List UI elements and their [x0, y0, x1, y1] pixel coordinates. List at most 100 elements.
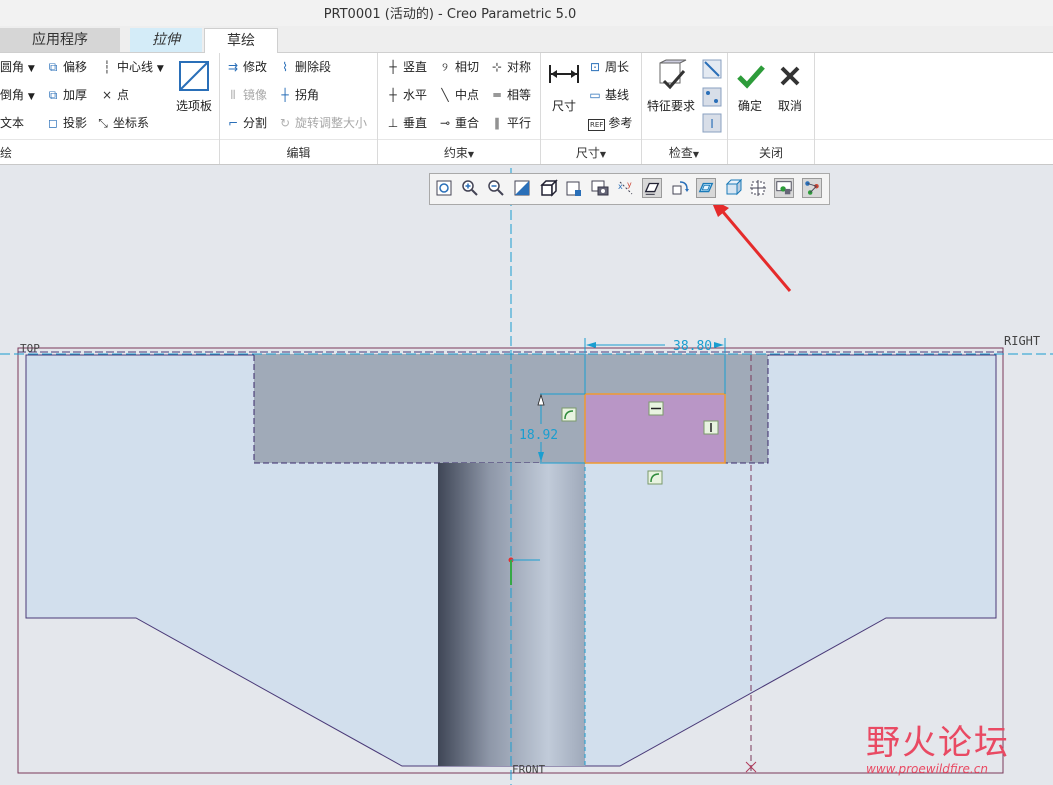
- palette-button[interactable]: 选项板: [172, 59, 216, 114]
- datum-display-icon[interactable]: xy: [616, 178, 636, 198]
- coincident-icon: ⊸: [439, 116, 451, 130]
- parallel-icon: ∥: [494, 116, 500, 130]
- view-manager-icon[interactable]: [590, 178, 610, 198]
- point-button[interactable]: × 点: [100, 85, 129, 105]
- rotate-resize-button[interactable]: ↻ 旋转调整大小: [278, 113, 367, 133]
- equal-icon: ═: [493, 88, 501, 102]
- dimension-button[interactable]: 尺寸: [546, 59, 582, 114]
- palette-icon: [179, 61, 209, 91]
- project-button[interactable]: ◻ 投影: [46, 113, 87, 133]
- height-dimension-value[interactable]: 18.92: [519, 428, 558, 443]
- offset-button[interactable]: ⧉ 偏移: [46, 57, 87, 77]
- baseline-icon: ▭: [589, 88, 601, 102]
- display-style-icon[interactable]: [538, 178, 558, 198]
- section-view-icon[interactable]: [774, 178, 794, 198]
- close-icon: [780, 66, 800, 86]
- fillet-label: 圆角: [0, 60, 25, 74]
- ok-label: 确定: [737, 99, 762, 113]
- midpoint-icon: ╲: [441, 88, 449, 102]
- inspect-group-label[interactable]: 检查▼: [642, 144, 726, 161]
- centerline-button[interactable]: ┆ 中心线 ▼: [100, 57, 164, 77]
- overlapping-geometry-icon[interactable]: [702, 59, 722, 79]
- tangent-constraint-icon[interactable]: [561, 407, 577, 422]
- graphics-canvas[interactable]: TOP RIGHT FRONT 38.80 18.92: [0, 165, 1053, 785]
- coord-sys-button[interactable]: ⤡ 坐标系: [96, 113, 149, 133]
- tab-applications[interactable]: 应用程序: [0, 28, 120, 52]
- tangent-constraint-button[interactable]: ୨ 相切: [438, 57, 479, 77]
- zoom-in-icon[interactable]: [460, 178, 480, 198]
- thicken-button[interactable]: ⧉ 加厚: [46, 85, 87, 105]
- shade-closed-loops-icon[interactable]: I: [702, 113, 722, 133]
- tangent-label: 相切: [455, 60, 480, 74]
- feature-requirements-icon: [659, 59, 687, 90]
- corner-button[interactable]: ┼ 拐角: [278, 85, 319, 105]
- top-datum-label: TOP: [20, 342, 40, 355]
- baseline-label: 基线: [605, 88, 630, 102]
- modify-button[interactable]: ⇉ 修改: [226, 57, 267, 77]
- text-button[interactable]: 文本: [0, 113, 24, 133]
- vertical-constraint-button[interactable]: ┼ 竖直: [386, 57, 427, 77]
- tangent-icon: ୨: [442, 60, 448, 74]
- divide-label: 分割: [243, 116, 268, 130]
- annotation-display-icon[interactable]: [748, 178, 768, 198]
- point-icon: ×: [101, 88, 113, 102]
- modify-label: 修改: [243, 60, 268, 74]
- dropdown-arrow-icon: ▼: [27, 64, 35, 74]
- sketch-view-icon[interactable]: [696, 178, 716, 198]
- refit-icon[interactable]: [434, 178, 454, 198]
- constraint-display-icon[interactable]: [802, 178, 822, 198]
- repaint-icon[interactable]: [512, 178, 532, 198]
- ribbon: 圆角 ▼ 倒角 ▼ 文本 ⧉ 偏移 ⧉ 加厚 ◻ 投影 ┆ 中心线 ▼ × 点 ⤡ 坐标系 …: [0, 53, 1053, 165]
- width-dimension-value[interactable]: 38.80: [673, 339, 712, 354]
- dropdown-arrow-icon: ▼: [467, 150, 475, 159]
- reference-button[interactable]: REF 参考: [588, 113, 632, 133]
- mirror-icon: ⫴: [230, 88, 236, 102]
- delete-segment-button[interactable]: ⌇ 删除段: [278, 57, 331, 77]
- thicken-label: 加厚: [63, 88, 88, 102]
- offset-icon: ⧉: [48, 60, 58, 74]
- coincident-constraint-button[interactable]: ⊸ 重合: [438, 113, 479, 133]
- symmetric-icon: ⊹: [491, 60, 503, 74]
- parallel-constraint-button[interactable]: ∥ 平行: [490, 113, 531, 133]
- vertical-label: 竖直: [403, 60, 428, 74]
- baseline-button[interactable]: ▭ 基线: [588, 85, 629, 105]
- text-label: 文本: [0, 116, 25, 130]
- horizontal-constraint-button[interactable]: ┼ 水平: [386, 85, 427, 105]
- corner-icon: ┼: [281, 88, 289, 102]
- tab-sketch[interactable]: 草绘: [204, 28, 278, 53]
- fillet-button[interactable]: 圆角 ▼: [0, 57, 35, 77]
- tab-extrude[interactable]: 拉伸: [130, 28, 202, 52]
- midpoint-constraint-button[interactable]: ╲ 中点: [438, 85, 479, 105]
- project-icon: ◻: [48, 116, 58, 130]
- project-label: 投影: [63, 116, 88, 130]
- ok-button[interactable]: 确定: [732, 59, 768, 114]
- dropdown-arrow-icon: ▼: [599, 150, 607, 159]
- perpendicular-constraint-button[interactable]: ⊥ 垂直: [386, 113, 427, 133]
- dropdown-arrow-icon: ▼: [156, 64, 164, 74]
- edit-group-label: 编辑: [286, 146, 311, 160]
- coincident-label: 重合: [455, 116, 480, 130]
- equal-constraint-button[interactable]: ═ 相等: [490, 85, 531, 105]
- feature-requirements-button[interactable]: 特征要求: [645, 59, 697, 114]
- svg-text:y: y: [627, 180, 632, 189]
- spin-center-icon[interactable]: [670, 178, 690, 198]
- symmetric-constraint-button[interactable]: ⊹ 对称: [490, 57, 531, 77]
- midpoint-label: 中点: [455, 88, 480, 102]
- dimension-group-label[interactable]: 尺寸▼: [541, 144, 641, 161]
- perimeter-button[interactable]: ⊡ 周长: [588, 57, 629, 77]
- zoom-out-icon[interactable]: [486, 178, 506, 198]
- saved-orientations-icon[interactable]: [564, 178, 584, 198]
- tangent-constraint-icon-2[interactable]: [647, 470, 663, 485]
- highlight-open-ends-icon[interactable]: [702, 87, 722, 107]
- orient-view-icon[interactable]: [722, 178, 742, 198]
- mirror-button[interactable]: ⫴ 镜像: [226, 85, 267, 105]
- cancel-button[interactable]: 取消: [772, 59, 808, 114]
- rotate-resize-icon: ↻: [279, 116, 291, 130]
- constrain-group-label[interactable]: 约束▼: [378, 144, 540, 161]
- chamfer-button[interactable]: 倒角 ▼: [0, 85, 35, 105]
- divide-button[interactable]: ⌐ 分割: [226, 113, 267, 133]
- palette-label: 选项板: [175, 99, 212, 113]
- sketch-display-icon[interactable]: [642, 178, 662, 198]
- thicken-icon: ⧉: [48, 88, 58, 102]
- point-label: 点: [117, 88, 130, 102]
